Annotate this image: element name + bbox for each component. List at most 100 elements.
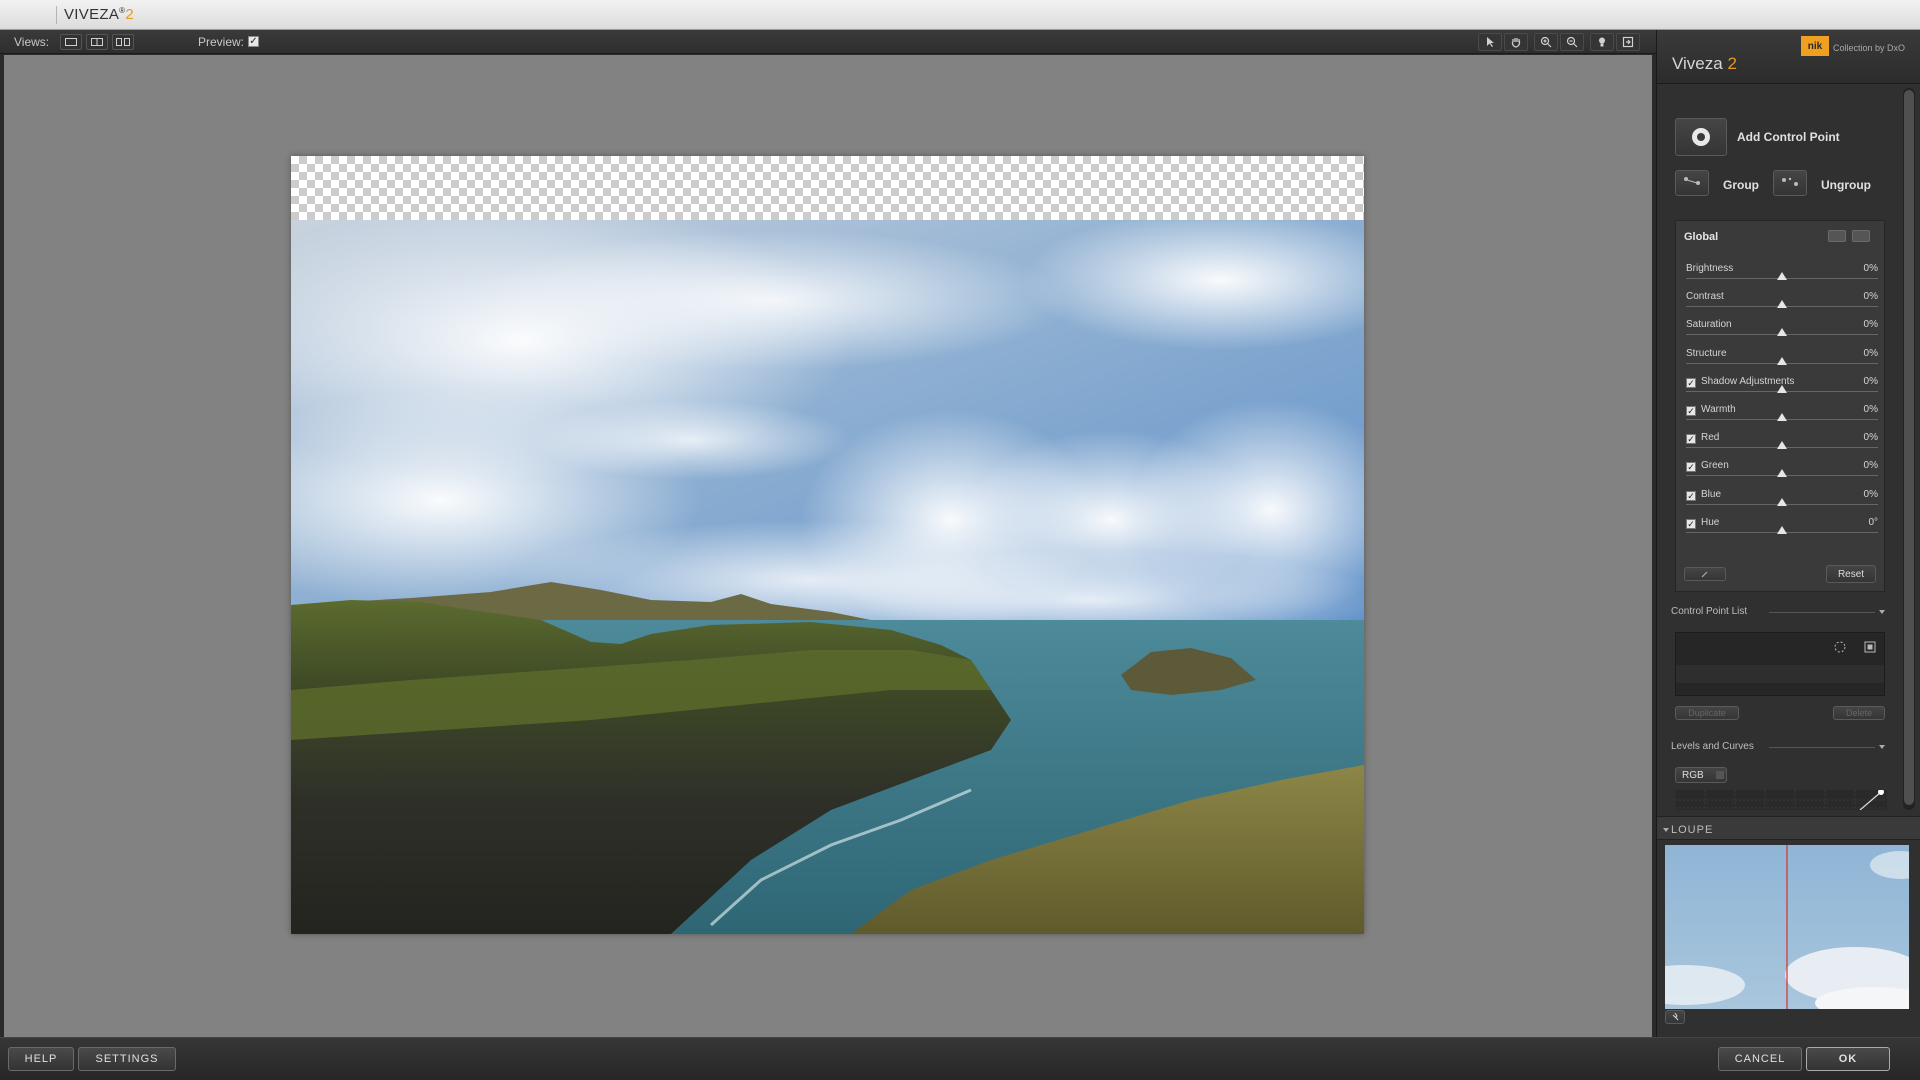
slider-label: Hue <box>1701 516 1720 528</box>
slider-value: 0% <box>1863 319 1878 331</box>
slider-row-blue[interactable]: ✓ Blue 0% <box>1686 489 1878 517</box>
dashed-circle-icon[interactable] <box>1834 641 1846 653</box>
hand-tool-button[interactable] <box>1504 33 1528 51</box>
slider-thumb[interactable] <box>1777 413 1787 421</box>
slider-row-brightness[interactable]: Brightness 0% <box>1686 263 1878 291</box>
loupe-collapse-icon[interactable] <box>1663 828 1669 832</box>
slider-row-green[interactable]: ✓ Green 0% <box>1686 460 1878 488</box>
app-title: VIVEZA®2 <box>64 6 134 23</box>
loupe-title: LOUPE <box>1671 824 1714 836</box>
global-adjustments-section: Global Brightness 0% Contrast 0% Saturation 0… <box>1675 220 1885 592</box>
title-separator <box>56 6 57 24</box>
curve-graph[interactable] <box>1675 790 1887 810</box>
slider-row-hue[interactable]: ✓ Hue 0° <box>1686 517 1878 545</box>
control-point-list-collapse-icon[interactable] <box>1879 610 1885 614</box>
ok-button[interactable]: OK <box>1806 1047 1890 1071</box>
slider-row-contrast[interactable]: Contrast 0% <box>1686 291 1878 319</box>
delete-button[interactable]: Delete <box>1833 706 1885 720</box>
control-point-list-box[interactable] <box>1675 632 1885 696</box>
ungroup-label: Ungroup <box>1821 178 1871 192</box>
pointer-tool-button[interactable] <box>1478 33 1502 51</box>
global-copy-icon[interactable] <box>1828 230 1846 242</box>
help-button[interactable]: HELP <box>8 1047 74 1071</box>
fullscreen-button[interactable] <box>1616 33 1640 51</box>
levels-and-curves-label: Levels and Curves <box>1671 741 1754 752</box>
side-by-side-view-icon <box>116 38 130 46</box>
loupe-pin-button[interactable] <box>1665 1010 1685 1024</box>
slider-thumb[interactable] <box>1777 356 1787 365</box>
zoom-in-button[interactable] <box>1534 33 1558 51</box>
group-button[interactable] <box>1675 170 1709 196</box>
slider-row-saturation[interactable]: Saturation 0% <box>1686 319 1878 347</box>
slider-thumb[interactable] <box>1777 525 1787 534</box>
panel-scrollbar-thumb[interactable] <box>1904 90 1914 805</box>
slider-value: 0% <box>1863 460 1878 472</box>
panel-header: nik Collection by DxO Viveza 2 <box>1657 30 1920 84</box>
split-view-icon <box>91 38 103 46</box>
slider-thumb[interactable] <box>1777 469 1787 478</box>
add-control-point-label: Add Control Point <box>1737 130 1840 144</box>
slider-thumb[interactable] <box>1777 300 1787 309</box>
slider-row-structure[interactable]: Structure 0% <box>1686 348 1878 376</box>
slider-thumb[interactable] <box>1777 328 1787 337</box>
bottom-bar: HELP SETTINGS CANCEL OK <box>0 1037 1920 1080</box>
slider-thumb[interactable] <box>1777 497 1787 506</box>
control-panel: nik Collection by DxO Viveza 2 Add Contr… <box>1656 30 1920 1037</box>
slider-enable-checkbox[interactable]: ✓ <box>1686 462 1696 473</box>
slider-thumb[interactable] <box>1777 384 1787 393</box>
pin-icon <box>1672 1012 1679 1021</box>
fullscreen-icon <box>1622 36 1634 48</box>
canvas-toolbar: Views: Preview: ✓ <box>0 30 1656 54</box>
ungroup-icon <box>1782 177 1798 186</box>
duplicate-button[interactable]: Duplicate <box>1675 706 1739 720</box>
levels-and-curves-divider <box>1769 747 1875 748</box>
view-single-button[interactable] <box>60 34 82 50</box>
control-point-list-divider <box>1769 612 1875 613</box>
control-point-list-row[interactable] <box>1676 665 1884 683</box>
chevron-down-icon <box>1716 771 1724 779</box>
slider-row-shadow-adjustments[interactable]: ✓ Shadow Adjustments 0% <box>1686 376 1878 404</box>
add-control-point-button[interactable] <box>1675 118 1727 156</box>
group-label: Group <box>1723 178 1759 192</box>
preview-canvas[interactable] <box>4 55 1652 1037</box>
preview-image[interactable] <box>291 156 1364 934</box>
reset-button[interactable]: Reset <box>1826 565 1876 583</box>
slider-enable-checkbox[interactable]: ✓ <box>1686 490 1696 501</box>
panel-scrollbar[interactable] <box>1903 88 1915 810</box>
slider-label: Blue <box>1701 488 1722 500</box>
background-toggle-button[interactable] <box>1590 33 1614 51</box>
eyedropper-toggle-button[interactable] <box>1684 567 1726 581</box>
panel-title: Viveza 2 <box>1672 54 1737 74</box>
settings-button[interactable]: SETTINGS <box>78 1047 176 1071</box>
slider-value: 0% <box>1863 432 1878 444</box>
slider-thumb[interactable] <box>1777 441 1787 450</box>
slider-label: Saturation <box>1686 319 1732 331</box>
zoom-out-button[interactable] <box>1560 33 1584 51</box>
slider-label: Red <box>1701 432 1720 444</box>
slider-label: Structure <box>1686 347 1727 359</box>
viveza-app-window: VIVEZA®2 Views: Preview: ✓ nik Collectio… <box>0 0 1920 1080</box>
slider-enable-checkbox[interactable]: ✓ <box>1686 377 1696 388</box>
preview-label: Preview: <box>198 35 245 49</box>
slider-enable-checkbox[interactable]: ✓ <box>1686 518 1696 529</box>
levels-and-curves-collapse-icon[interactable] <box>1879 745 1885 749</box>
square-toggle-icon[interactable] <box>1864 641 1876 653</box>
slider-value: 0% <box>1863 404 1878 415</box>
panel-title-text: Viveza <box>1672 54 1723 73</box>
global-paste-icon[interactable] <box>1852 230 1870 242</box>
slider-row-red[interactable]: ✓ Red 0% <box>1686 432 1878 460</box>
slider-thumb[interactable] <box>1777 272 1787 280</box>
title-bar: VIVEZA®2 <box>0 0 1920 30</box>
preview-checkbox[interactable]: ✓ <box>248 36 259 47</box>
view-split-button[interactable] <box>86 34 108 50</box>
view-side-by-side-button[interactable] <box>112 34 134 50</box>
views-label: Views: <box>14 35 50 49</box>
ungroup-button[interactable] <box>1773 170 1807 196</box>
slider-row-warmth[interactable]: ✓ Warmth 0% <box>1686 404 1878 432</box>
panel-title-version: 2 <box>1727 54 1737 73</box>
cancel-button[interactable]: CANCEL <box>1718 1047 1802 1071</box>
slider-label: Brightness <box>1686 263 1734 274</box>
slider-enable-checkbox[interactable]: ✓ <box>1686 406 1696 416</box>
slider-enable-checkbox[interactable]: ✓ <box>1686 434 1696 445</box>
channel-select[interactable]: RGB <box>1675 767 1727 783</box>
